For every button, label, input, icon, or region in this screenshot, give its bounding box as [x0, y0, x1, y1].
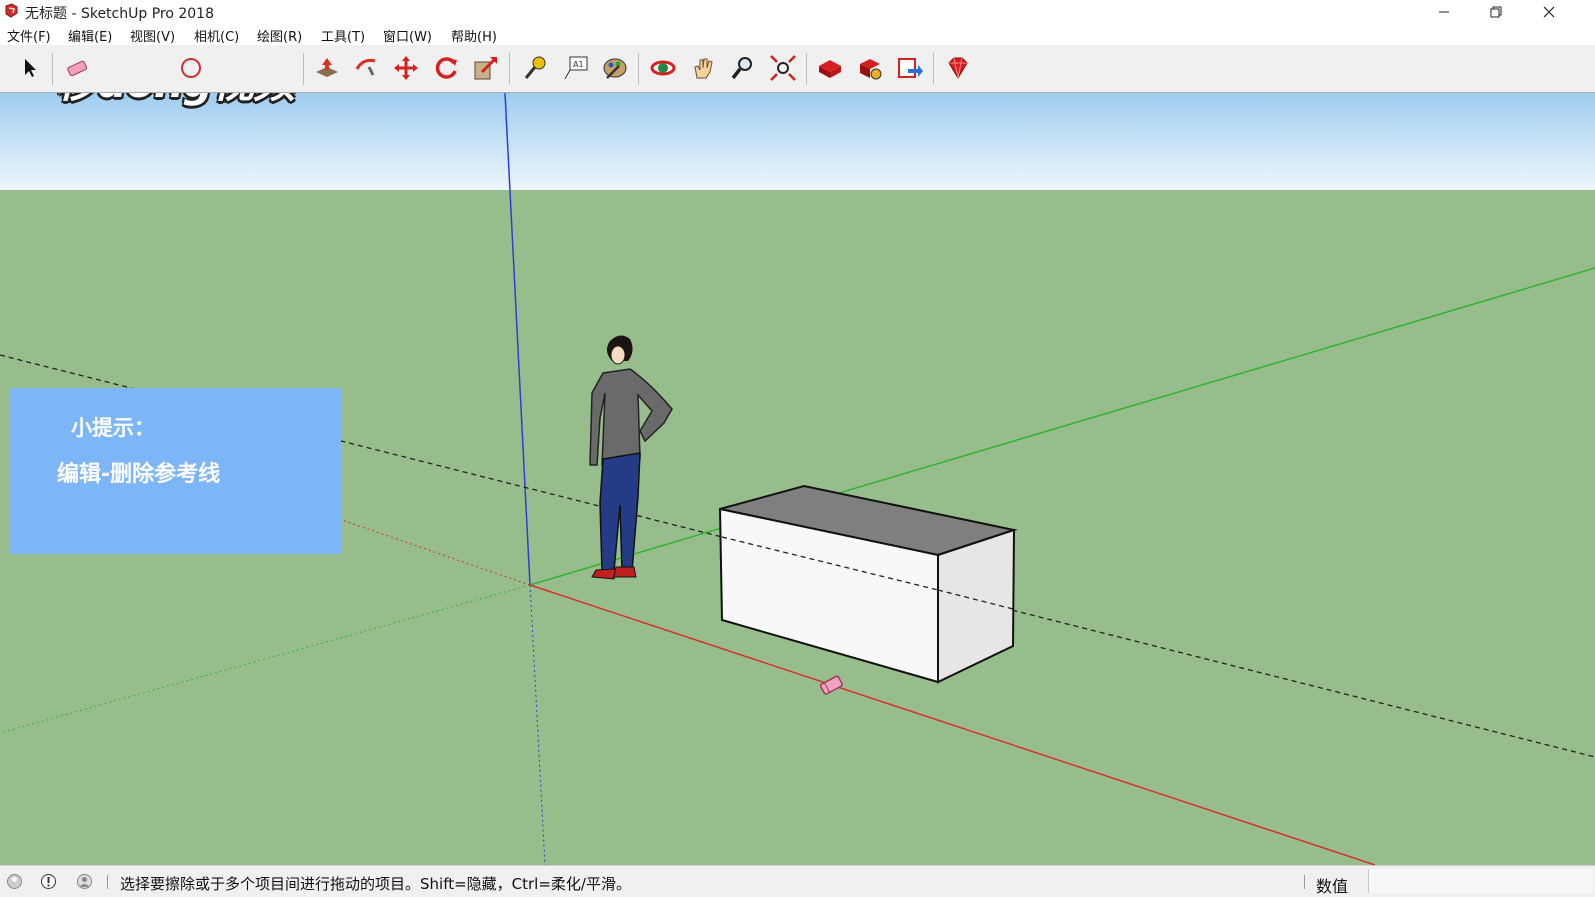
large-toolset: A1	[0, 45, 1595, 93]
status-message: 选择要擦除或于多个项目间进行拖动的项目。Shift=隐藏，Ctrl=柔化/平滑。	[120, 875, 631, 893]
send-to-layout-icon	[898, 58, 923, 78]
zoom-extents-icon	[770, 55, 796, 81]
extension-warehouse-tool[interactable]	[855, 53, 885, 83]
status-bar: 选择要擦除或于多个项目间进行拖动的项目。Shift=隐藏，Ctrl=柔化/平滑。…	[0, 865, 1595, 897]
rotate-tool[interactable]	[431, 53, 461, 83]
figure-left-shoe	[591, 568, 617, 580]
menu-file[interactable]: 文件(F)	[7, 26, 51, 45]
ruby-icon	[948, 57, 968, 79]
menu-camera[interactable]: 相机(C)	[194, 26, 239, 45]
follow-me-icon	[355, 58, 376, 76]
tip-title: 小提示：	[71, 416, 155, 440]
text-tool[interactable]: A1	[561, 53, 591, 83]
move-icon	[394, 56, 418, 80]
orbit-icon	[650, 60, 676, 76]
minimize-button[interactable]	[1421, 0, 1467, 23]
watermark-logo: 秒dong视频	[56, 93, 295, 110]
select-icon	[25, 59, 36, 77]
orbit-tool[interactable]	[648, 53, 678, 83]
follow-me-tool[interactable]	[352, 53, 382, 83]
figure-right-shoe	[613, 566, 637, 578]
close-icon	[1543, 6, 1555, 17]
extension-warehouse-icon	[860, 59, 882, 80]
paint-icon	[603, 58, 627, 79]
toolbar-separator	[638, 53, 639, 85]
restore-icon	[1490, 6, 1502, 17]
sketchup-logo-icon	[5, 3, 18, 18]
eraser-tool[interactable]	[62, 53, 92, 83]
status-separator	[107, 875, 108, 889]
menu-help[interactable]: 帮助(H)	[451, 26, 497, 45]
3d-warehouse-icon	[819, 60, 841, 78]
tape-measure-icon	[524, 56, 546, 79]
menu-edit[interactable]: 编辑(E)	[68, 26, 112, 45]
minimize-icon	[1439, 11, 1449, 12]
zoom-tool[interactable]	[728, 53, 758, 83]
send-to-layout-tool[interactable]	[895, 53, 925, 83]
toolbar-separator	[52, 53, 53, 85]
paint-tool[interactable]	[599, 53, 629, 83]
restore-button[interactable]	[1473, 0, 1519, 23]
zoom-extents-tool[interactable]	[768, 53, 798, 83]
tip-text: 编辑-删除参考线	[57, 462, 221, 487]
svg-text:A1: A1	[573, 60, 584, 69]
measurements-input[interactable]	[1368, 869, 1593, 893]
paint-bucket-tool[interactable]	[176, 53, 206, 83]
toolbar-separator	[303, 53, 304, 85]
menu-draw[interactable]: 绘图(R)	[257, 26, 302, 45]
pan-icon	[694, 58, 713, 79]
paint-bucket-icon	[181, 58, 201, 78]
close-button[interactable]	[1526, 0, 1572, 23]
toolbar-separator	[509, 53, 510, 85]
menu-view[interactable]: 视图(V)	[130, 26, 175, 45]
menu-bar: 文件(F) 编辑(E) 视图(V) 相机(C) 绘图(R) 工具(T) 窗口(W…	[0, 23, 1595, 45]
move-tool[interactable]	[391, 53, 421, 83]
scale-icon	[474, 56, 498, 80]
toolbar-separator	[933, 53, 934, 85]
menu-window[interactable]: 窗口(W)	[383, 26, 432, 45]
tape-measure-tool[interactable]	[520, 53, 550, 83]
zoom-icon	[731, 57, 752, 80]
pan-tool[interactable]	[688, 53, 718, 83]
menu-tools[interactable]: 工具(T)	[321, 26, 365, 45]
title-bar: 无标题 - SketchUp Pro 2018	[0, 0, 1595, 23]
push-pull-icon	[316, 58, 338, 77]
eraser-icon	[67, 60, 88, 77]
tip-box: 小提示： 编辑-删除参考线	[9, 388, 341, 554]
credits-icon[interactable]	[40, 873, 57, 890]
push-pull-tool[interactable]	[312, 53, 342, 83]
user-icon[interactable]	[76, 873, 93, 890]
geolocation-icon[interactable]	[6, 873, 23, 890]
modeling-viewport[interactable]: 秒dong视频 小提示： 编辑-删除参考线	[0, 93, 1595, 865]
text-icon: A1	[564, 56, 588, 80]
scale-tool[interactable]	[471, 53, 501, 83]
3d-warehouse-tool[interactable]	[815, 53, 845, 83]
ruby-console-tool[interactable]	[943, 53, 973, 83]
status-separator	[1304, 875, 1305, 889]
window-title: 无标题 - SketchUp Pro 2018	[25, 6, 214, 22]
rotate-icon	[435, 57, 457, 79]
select-tool[interactable]	[15, 53, 45, 83]
toolbar-separator	[806, 53, 807, 85]
measurements-label: 数值	[1316, 877, 1349, 896]
figure-face	[610, 345, 626, 365]
